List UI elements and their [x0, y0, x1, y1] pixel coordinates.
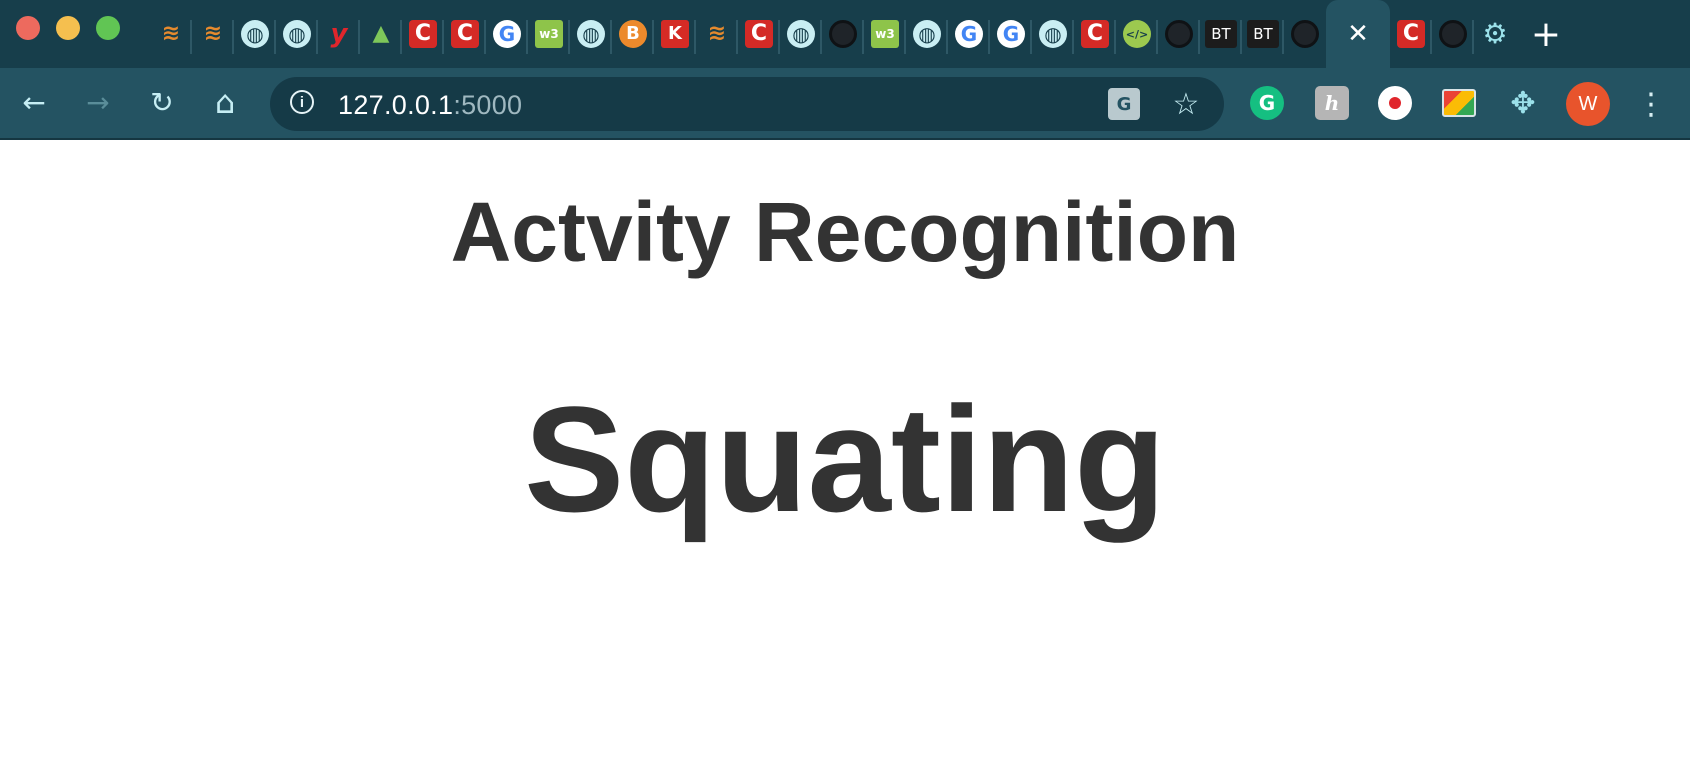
globe-icon: ◍ — [577, 20, 605, 48]
browser-tab[interactable]: ◍ — [780, 0, 822, 68]
browser-tab[interactable] — [1432, 0, 1474, 68]
browser-tab[interactable]: ⚙ — [1474, 0, 1516, 68]
home-button[interactable]: ⌂ — [205, 82, 245, 122]
reload-button[interactable]: ↻ — [142, 82, 182, 122]
tab-list: ≋ ≋ ◍ ◍ y ▲ C C Gw3 ◍ B K ≋ C ◍ w3 ◍ G G ◍ C </> BT BT ✕ C ⚙ + — [150, 0, 1576, 68]
browser-tab[interactable]: G — [990, 0, 1032, 68]
browser-tab[interactable]: K — [654, 0, 696, 68]
browser-tab[interactable]: ≋ — [696, 0, 738, 68]
bitcoin-icon: B — [619, 20, 647, 48]
tab-strip: ≋ ≋ ◍ ◍ y ▲ C C Gw3 ◍ B K ≋ C ◍ w3 ◍ G G ◍ C </> BT BT ✕ C ⚙ + — [0, 0, 1690, 68]
maximize-window-button[interactable] — [96, 16, 120, 40]
page-content: Actvity Recognition Squating — [0, 140, 1690, 772]
active-tab[interactable]: ✕ — [1326, 0, 1390, 68]
github-icon — [1291, 20, 1319, 48]
grammarly-extension-icon[interactable]: G — [1250, 86, 1284, 120]
browser-tab[interactable]: w3 — [528, 0, 570, 68]
cast-extension-icon[interactable] — [1442, 86, 1476, 120]
translate-icon[interactable]: G — [1108, 88, 1140, 120]
browser-tab[interactable]: BT — [1200, 0, 1242, 68]
browser-tab[interactable]: ◍ — [570, 0, 612, 68]
browser-tab[interactable] — [822, 0, 864, 68]
close-tab-icon[interactable]: ✕ — [1347, 19, 1369, 49]
extensions-puzzle-icon[interactable]: ✥ — [1506, 86, 1540, 121]
profile-avatar[interactable]: W — [1566, 82, 1610, 126]
activity-result: Squating — [524, 375, 1166, 543]
stackoverflow-icon: ≋ — [161, 21, 181, 46]
record-extension-icon[interactable] — [1378, 86, 1412, 120]
url-host: 127.0.0.1 — [338, 90, 454, 120]
bt-icon: BT — [1247, 20, 1279, 48]
codecademy-icon: C — [409, 20, 437, 48]
browser-tab[interactable]: </> — [1116, 0, 1158, 68]
url-text[interactable]: 127.0.0.1:5000 — [338, 90, 522, 121]
browser-tab[interactable]: C — [1074, 0, 1116, 68]
record-dot-icon — [1389, 97, 1401, 109]
github-icon — [1439, 20, 1467, 48]
browser-tab[interactable]: G — [486, 0, 528, 68]
browser-tab[interactable] — [1158, 0, 1200, 68]
address-bar[interactable]: i 127.0.0.1:5000 G ☆ — [270, 77, 1224, 131]
close-window-button[interactable] — [16, 16, 40, 40]
codecademy-icon: C — [1397, 20, 1425, 48]
globe-icon: ◍ — [913, 20, 941, 48]
minimize-window-button[interactable] — [56, 16, 80, 40]
honey-extension-icon[interactable]: h — [1315, 86, 1349, 120]
bt-icon: BT — [1205, 20, 1237, 48]
forward-button[interactable]: → — [78, 82, 118, 122]
browser-tab[interactable]: BT — [1242, 0, 1284, 68]
more-menu-icon[interactable]: ⋮ — [1636, 82, 1666, 126]
code-icon: </> — [1123, 20, 1151, 48]
browser-tab[interactable]: C — [1390, 0, 1432, 68]
browser-tab[interactable]: y — [318, 0, 360, 68]
browser-window: ≋ ≋ ◍ ◍ y ▲ C C Gw3 ◍ B K ≋ C ◍ w3 ◍ G G ◍ C </> BT BT ✕ C ⚙ + ← → … — [0, 0, 1690, 772]
github-icon — [829, 20, 857, 48]
codecademy-icon: C — [451, 20, 479, 48]
codecademy-icon: C — [745, 20, 773, 48]
browser-tab[interactable]: ▲ — [360, 0, 402, 68]
android-icon: ▲ — [372, 21, 390, 46]
codecademy-icon: C — [1081, 20, 1109, 48]
browser-tab[interactable]: ≋ — [192, 0, 234, 68]
bookmark-star-icon[interactable]: ☆ — [1170, 87, 1202, 122]
ycombinator-icon: y — [330, 19, 348, 49]
new-tab-button[interactable]: + — [1516, 0, 1576, 68]
browser-tab[interactable]: G — [948, 0, 990, 68]
page-title: Actvity Recognition — [450, 185, 1240, 279]
browser-tab[interactable]: B — [612, 0, 654, 68]
site-info-icon[interactable]: i — [290, 90, 314, 114]
stackoverflow-icon: ≋ — [203, 21, 223, 46]
globe-icon: ◍ — [241, 20, 269, 48]
url-port: :5000 — [453, 90, 523, 120]
browser-tab[interactable]: ◍ — [276, 0, 318, 68]
w3schools-icon: w3 — [871, 20, 899, 48]
globe-icon: ◍ — [283, 20, 311, 48]
browser-tab[interactable]: C — [444, 0, 486, 68]
back-button[interactable]: ← — [14, 82, 54, 122]
google-icon: G — [997, 20, 1025, 48]
browser-tab[interactable]: C — [402, 0, 444, 68]
stackoverflow-icon: ≋ — [707, 21, 727, 46]
browser-tab[interactable]: C — [738, 0, 780, 68]
browser-tab[interactable]: w3 — [864, 0, 906, 68]
globe-icon: ◍ — [787, 20, 815, 48]
google-icon: G — [955, 20, 983, 48]
github-icon — [1165, 20, 1193, 48]
browser-tab[interactable] — [1284, 0, 1326, 68]
browser-tab[interactable]: ≋ — [150, 0, 192, 68]
k-icon: K — [661, 20, 689, 48]
chrome-window-icon — [1442, 89, 1476, 117]
browser-tab[interactable]: ◍ — [906, 0, 948, 68]
settings-gear-icon: ⚙ — [1482, 17, 1508, 50]
w3schools-icon: w3 — [535, 20, 563, 48]
browser-tab[interactable]: ◍ — [234, 0, 276, 68]
browser-toolbar: ← → ↻ ⌂ i 127.0.0.1:5000 G ☆ G h ✥ W ⋮ — [0, 68, 1690, 140]
browser-tab[interactable]: ◍ — [1032, 0, 1074, 68]
google-icon: G — [493, 20, 521, 48]
globe-icon: ◍ — [1039, 20, 1067, 48]
